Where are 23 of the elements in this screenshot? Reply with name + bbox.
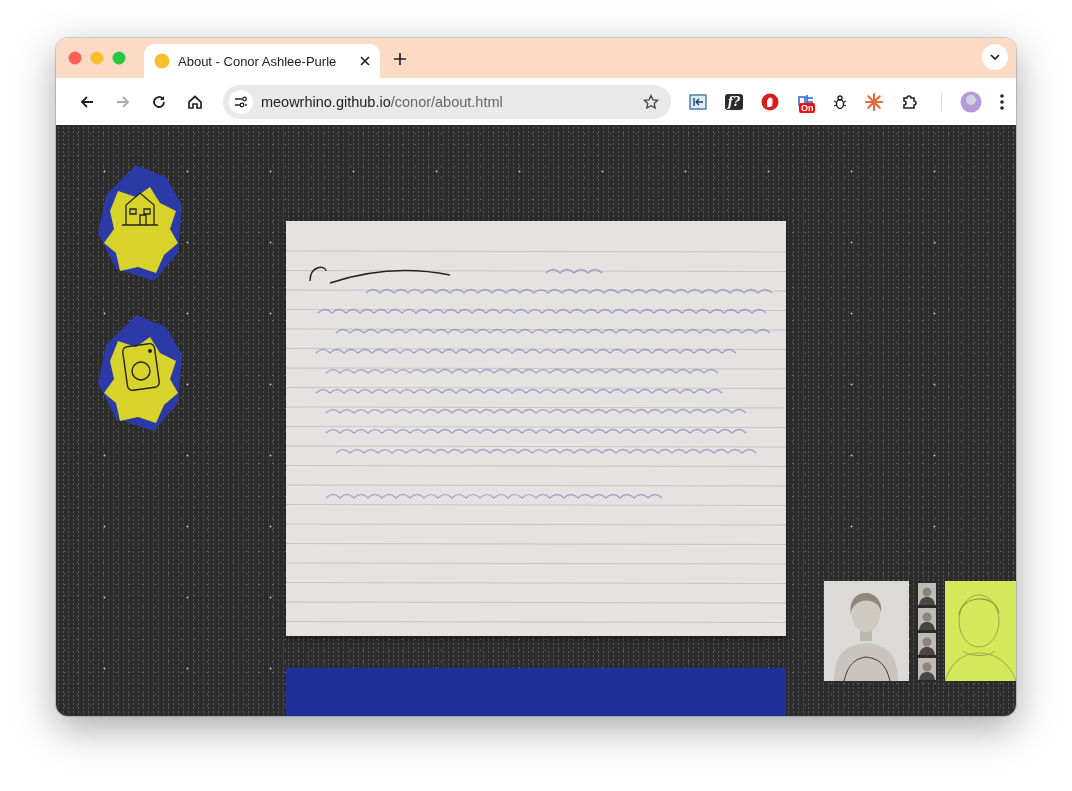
emoji-icon [154,53,170,69]
url-text: meowrhino.github.io/conor/about.html [260,93,504,110]
burst-icon[interactable] [865,92,883,111]
address-bar[interactable]: meowrhino.github.io/conor/about.html [222,84,671,119]
back-icon[interactable] [79,93,95,110]
sidebar-icon[interactable] [688,93,707,110]
hand-icon[interactable] [761,92,779,111]
puzzle-icon[interactable] [901,92,919,111]
house-icon[interactable] [96,163,184,283]
browser-tab[interactable]: About - Conor Ashlee-Purle [144,44,380,78]
camera-icon[interactable] [96,313,184,433]
close-tab-icon[interactable] [360,56,370,66]
new-tab-icon[interactable] [394,53,406,65]
chevron-down-icon[interactable] [990,54,1000,60]
bug-icon[interactable] [833,93,847,110]
menu-icon[interactable] [1000,93,1004,110]
on-badge: On [799,102,816,113]
tab-search-button[interactable] [982,44,1008,70]
bookmark-star-icon[interactable] [642,93,659,110]
reload-icon[interactable] [150,93,167,110]
site-settings-icon[interactable] [233,95,248,108]
home-icon[interactable] [186,93,203,110]
extension-button[interactable]: f? [724,93,743,110]
